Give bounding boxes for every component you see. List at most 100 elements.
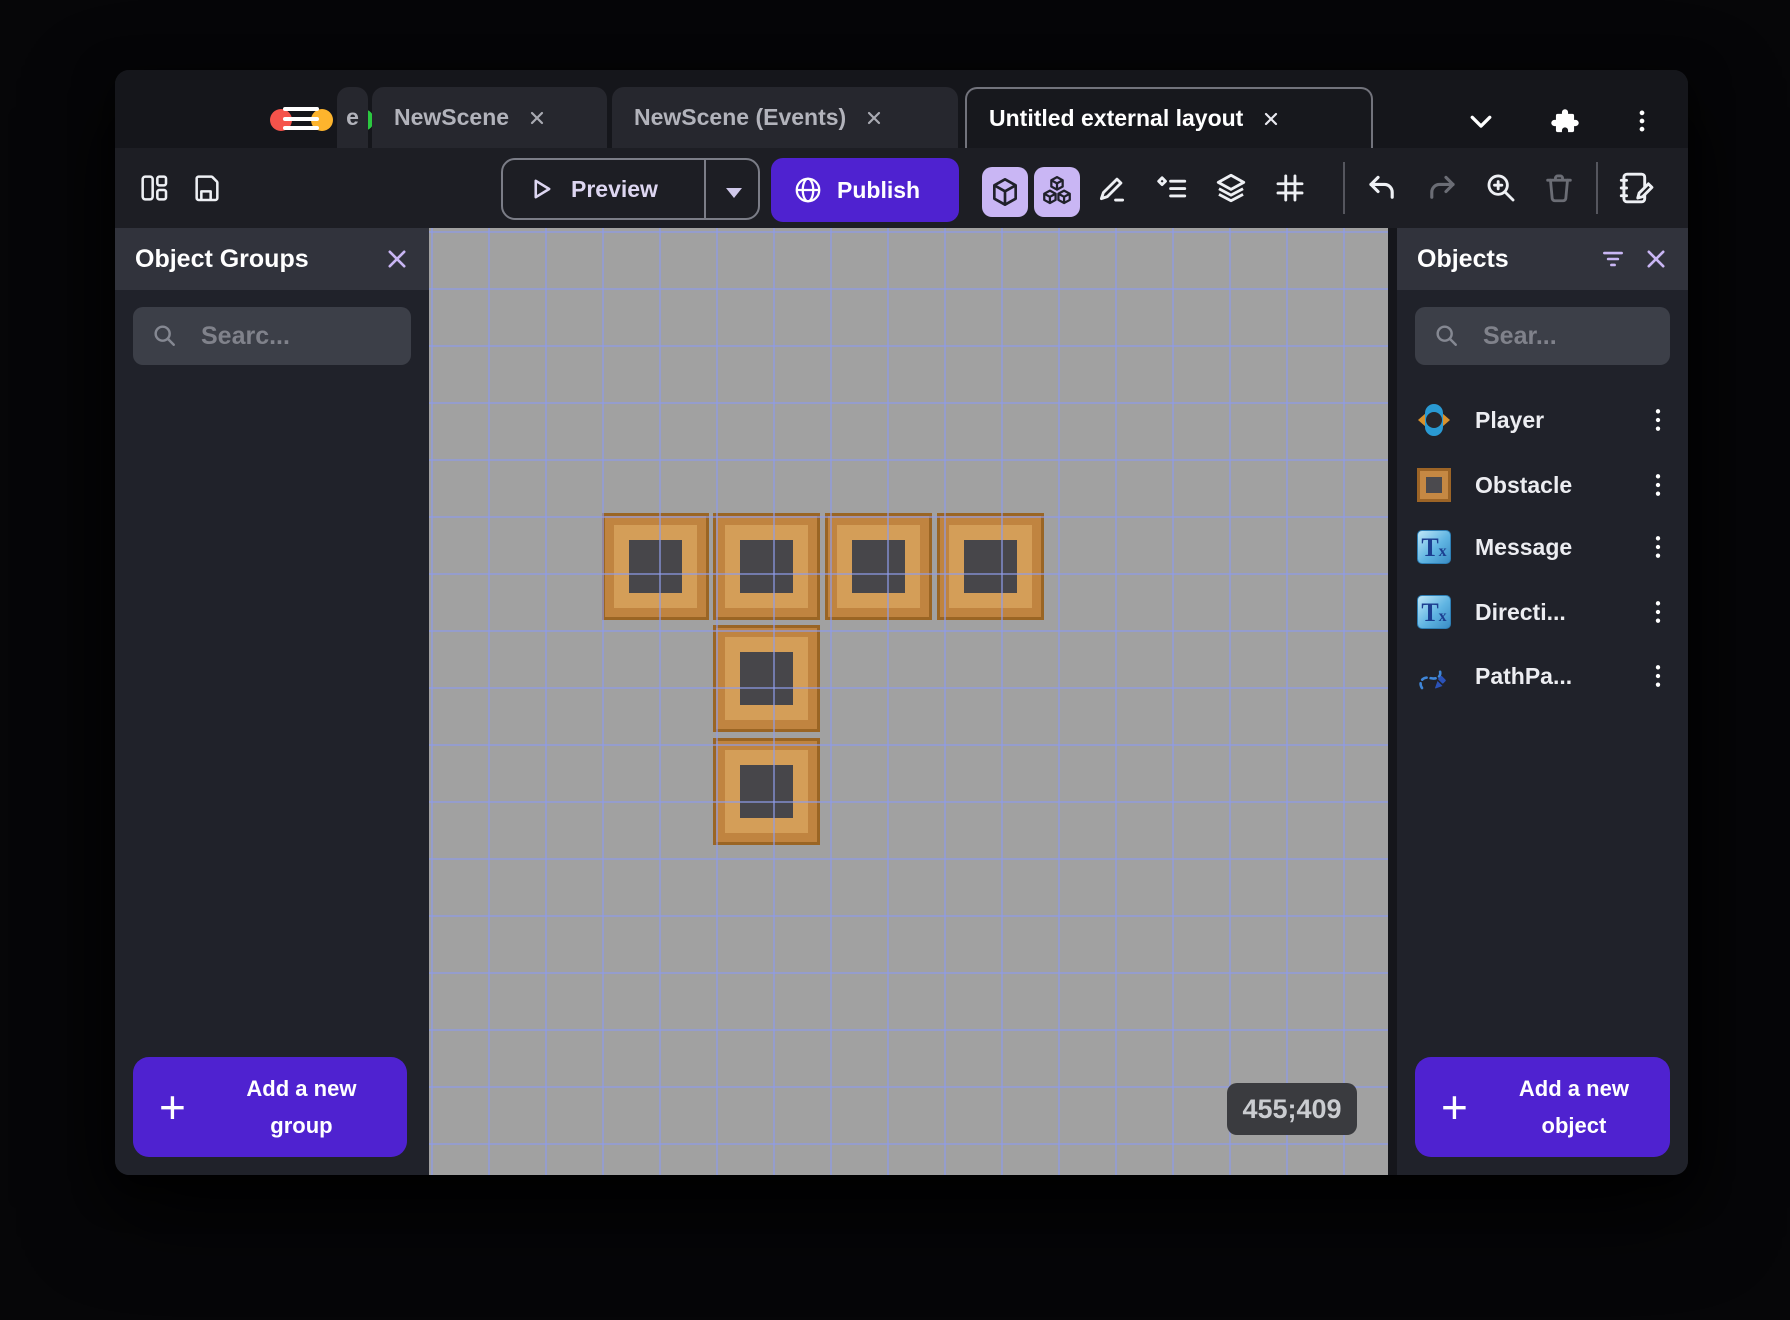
publish-label: Publish — [837, 176, 921, 203]
cube-icon — [993, 178, 1017, 206]
tab-untitled-external-layout[interactable]: Untitled external layout — [965, 87, 1373, 148]
search-icon — [1436, 325, 1457, 346]
layers-icon[interactable] — [1214, 148, 1248, 228]
search-placeholder: Searc... — [201, 321, 290, 350]
obstacle-instance[interactable] — [937, 513, 1044, 620]
object-list-item-message[interactable]: Tx Message — [1397, 519, 1688, 575]
tab-newscene-events[interactable]: NewScene (Events) — [612, 87, 958, 148]
window-menu-dots-icon[interactable] — [1629, 107, 1655, 135]
object-menu-dots-icon[interactable] — [1648, 407, 1668, 433]
tab-partial-label: e — [346, 104, 359, 130]
search-icon — [154, 325, 175, 346]
obstacle-instance[interactable] — [713, 738, 820, 845]
add-object-label-line2: object — [1541, 1113, 1607, 1138]
object-label: PathPa... — [1475, 662, 1573, 689]
object-menu-dots-icon[interactable] — [1648, 472, 1668, 498]
redo-icon[interactable] — [1424, 148, 1458, 228]
tab-label: NewScene (Events) — [634, 104, 847, 130]
objects-header: Objects — [1397, 228, 1688, 290]
toolbar-divider — [1343, 162, 1345, 214]
scene-canvas[interactable]: 455;409 — [429, 228, 1388, 1175]
tab-label: NewScene — [394, 104, 510, 130]
obstacle-instance-center — [740, 652, 793, 705]
object-list-item-player[interactable]: Player — [1397, 392, 1688, 448]
events-sheet-edit-icon[interactable] — [1617, 148, 1657, 228]
object-menu-dots-icon[interactable] — [1648, 534, 1668, 560]
panels-layout-icon[interactable] — [138, 148, 170, 228]
preview-dropdown-caret-icon[interactable] — [725, 187, 743, 199]
cursor-coordinates-badge: 455;409 — [1227, 1083, 1357, 1135]
instances-list-icon[interactable] — [1155, 148, 1189, 228]
object-label: Obstacle — [1475, 471, 1573, 498]
tab-overflow-chevron-icon[interactable] — [1467, 108, 1495, 136]
obstacle-instance-center — [852, 540, 905, 593]
obstacle-instance-center — [740, 765, 793, 818]
text-object-icon: Tx — [1417, 595, 1451, 629]
delete-trash-icon[interactable] — [1542, 148, 1576, 228]
obstacle-instance-center — [740, 540, 793, 593]
tab-partial[interactable]: e — [337, 87, 368, 148]
tab-bar: e NewScene NewScene (Events) Untitled ex… — [115, 70, 1688, 148]
tab-label: Untitled external layout — [989, 105, 1244, 131]
obstacle-instance[interactable] — [602, 513, 709, 620]
object-groups-title: Object Groups — [135, 244, 309, 273]
globe-icon — [795, 177, 821, 203]
play-icon — [534, 179, 551, 199]
cubes-icon — [1043, 175, 1071, 205]
toolbar-divider — [1596, 162, 1598, 214]
undo-icon[interactable] — [1366, 148, 1400, 228]
objects-search-input[interactable]: Sear... — [1415, 307, 1670, 365]
object-label: Player — [1475, 406, 1545, 433]
obstacle-instance[interactable] — [713, 625, 820, 732]
object-list-item-directions[interactable]: Tx Directi... — [1397, 584, 1688, 640]
close-tab-icon[interactable] — [864, 108, 884, 128]
add-group-label-line2: group — [270, 1113, 333, 1138]
edit-pencil-icon[interactable] — [1095, 148, 1129, 228]
object-label: Directi... — [1475, 598, 1566, 625]
add-object-label-line1: Add a new — [1518, 1075, 1629, 1101]
close-panel-icon[interactable] — [1644, 247, 1668, 271]
obstacle-instance[interactable] — [825, 513, 932, 620]
object-menu-dots-icon[interactable] — [1648, 599, 1668, 625]
add-group-label-line1: Add a new — [246, 1075, 357, 1101]
zoom-in-icon[interactable] — [1484, 148, 1518, 228]
objects-title: Objects — [1417, 244, 1509, 273]
object-groups-panel: Object Groups Searc... + Add a new group — [115, 228, 429, 1175]
save-icon[interactable] — [190, 148, 222, 228]
object-list-item-pathpaint[interactable]: PathPa... — [1397, 648, 1688, 704]
objects-panel: Objects Sear... Player Obstacle T x Mess… — [1397, 228, 1688, 1175]
obstacle-object-icon — [1417, 468, 1451, 502]
add-object-button[interactable]: + Add a new object — [1415, 1057, 1670, 1157]
publish-button[interactable]: Publish — [771, 158, 959, 222]
player-object-icon — [1417, 403, 1451, 437]
object-groups-search-input[interactable]: Searc... — [133, 307, 411, 365]
filter-icon[interactable] — [1600, 246, 1626, 272]
obstacle-instance-center — [964, 540, 1017, 593]
preview-split-divider — [704, 160, 706, 218]
search-placeholder: Sear... — [1483, 321, 1557, 350]
plus-icon: + — [1441, 1081, 1468, 1133]
preview-button[interactable]: Preview — [501, 158, 760, 220]
object-menu-dots-icon[interactable] — [1648, 663, 1668, 689]
main-menu-icon[interactable] — [283, 107, 319, 132]
preview-label: Preview — [571, 175, 658, 202]
text-object-icon: Tx — [1417, 530, 1451, 564]
object-groups-header: Object Groups — [115, 228, 429, 290]
app-window: e NewScene NewScene (Events) Untitled ex… — [115, 70, 1688, 1175]
grid-icon[interactable] — [1273, 148, 1307, 228]
add-group-button[interactable]: + Add a new group — [133, 1057, 407, 1157]
tab-newscene[interactable]: NewScene — [372, 87, 607, 148]
cube-3d-view-toggle[interactable] — [982, 167, 1028, 217]
path-paint-object-icon — [1417, 659, 1451, 693]
canvas-grid — [429, 228, 1388, 1175]
object-list-item-obstacle[interactable]: Obstacle — [1397, 457, 1688, 513]
close-tab-icon[interactable] — [527, 108, 547, 128]
instances-cubes-toggle[interactable] — [1034, 167, 1080, 217]
obstacle-instance-center — [629, 540, 682, 593]
close-tab-icon[interactable] — [1261, 109, 1281, 129]
object-label: Message — [1475, 533, 1573, 560]
close-panel-icon[interactable] — [385, 247, 409, 271]
extensions-puzzle-icon[interactable] — [1547, 105, 1579, 137]
plus-icon: + — [159, 1081, 186, 1133]
obstacle-instance[interactable] — [713, 513, 820, 620]
